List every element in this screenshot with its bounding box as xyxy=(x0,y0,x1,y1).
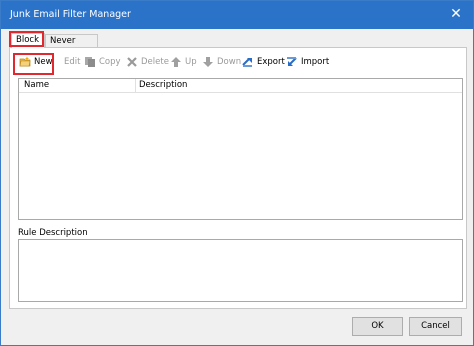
copy-button[interactable]: Copy xyxy=(84,54,121,70)
tab-strip: Block Never Block xyxy=(9,33,469,59)
copy-icon xyxy=(84,56,96,68)
delete-x-icon xyxy=(126,56,138,68)
delete-button[interactable]: Delete xyxy=(126,54,169,70)
close-icon[interactable]: ✕ xyxy=(445,4,467,24)
down-arrow-icon xyxy=(202,56,214,68)
toolbar: New Edit Copy Delete Up Down Export Impo… xyxy=(11,52,461,72)
export-button-label: Export xyxy=(257,57,285,67)
copy-button-label: Copy xyxy=(99,57,121,67)
up-arrow-icon xyxy=(170,56,182,68)
cancel-button[interactable]: Cancel xyxy=(409,317,462,336)
edit-button-label: Edit xyxy=(64,57,81,67)
column-divider[interactable] xyxy=(135,79,136,93)
rule-description-box[interactable] xyxy=(18,239,463,302)
column-header-name[interactable]: Name xyxy=(24,80,49,92)
import-button[interactable]: Import xyxy=(286,54,329,70)
tab-never-block[interactable]: Never Block xyxy=(45,34,98,59)
junk-email-filter-manager-window: Junk Email Filter Manager ✕ Block Never … xyxy=(0,0,474,346)
up-button-label: Up xyxy=(185,57,197,67)
import-icon xyxy=(286,56,298,68)
up-button[interactable]: Up xyxy=(170,54,197,70)
new-button-highlight-box xyxy=(13,53,54,75)
delete-button-label: Delete xyxy=(141,57,169,67)
down-button[interactable]: Down xyxy=(202,54,241,70)
ok-button[interactable]: OK xyxy=(352,317,403,336)
export-button[interactable]: Export xyxy=(242,54,285,70)
import-button-label: Import xyxy=(301,57,330,67)
tab-highlight-box xyxy=(9,31,44,47)
rule-description-label: Rule Description xyxy=(18,228,88,238)
window-title: Junk Email Filter Manager xyxy=(10,9,131,20)
rules-list[interactable]: Name Description xyxy=(18,78,463,220)
title-bar[interactable]: Junk Email Filter Manager ✕ xyxy=(1,1,473,29)
export-icon xyxy=(242,56,254,68)
rules-list-header: Name Description xyxy=(19,79,462,93)
column-header-description[interactable]: Description xyxy=(139,80,187,92)
down-button-label: Down xyxy=(217,57,242,67)
edit-button[interactable]: Edit xyxy=(64,54,80,70)
